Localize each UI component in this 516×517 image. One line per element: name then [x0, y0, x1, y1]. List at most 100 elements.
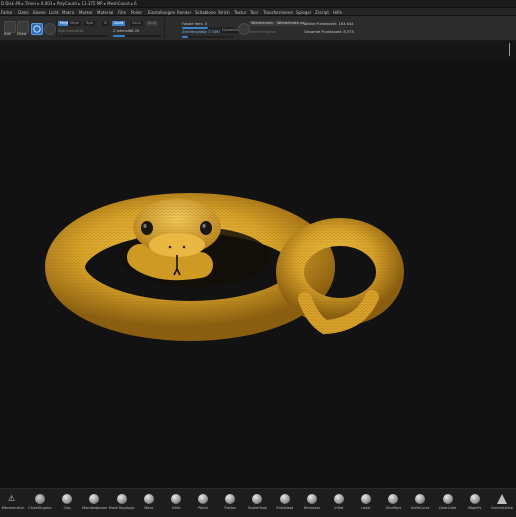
sphere-icon — [198, 494, 209, 504]
replay-hint: Letzte Relative — [249, 30, 276, 34]
brush-move-topologic[interactable]: Move Topologic — [107, 489, 137, 517]
sphere-icon — [279, 494, 290, 504]
brush-layer[interactable]: Layer — [351, 489, 381, 517]
wiederholen-zu-button[interactable]: Wiederholen zu — [275, 21, 307, 26]
rgb-intensity-slider[interactable] — [58, 35, 108, 37]
edit-button-label: Edit — [4, 32, 11, 36]
menu-item-marker[interactable]: Marker — [79, 10, 93, 15]
brush-polish[interactable]: Polish — [188, 489, 218, 517]
brush-label: Standardpinsel — [81, 506, 108, 510]
brush-label: Mikrostruktur — [1, 506, 25, 510]
sphere-icon — [143, 494, 154, 504]
brush-inflat[interactable]: Inflat — [161, 489, 191, 517]
brush-label: TrimLasso — [303, 506, 321, 510]
menu-item-makro[interactable]: Makro — [62, 10, 74, 15]
brush-knifecurve[interactable]: KnifeCurve — [405, 489, 435, 517]
sphere-icon — [170, 494, 181, 504]
brush-label: Magnify — [467, 506, 482, 510]
brush-mikrostruktur[interactable]: ⚠ Mikrostruktur — [0, 489, 28, 517]
menu-item-zscript[interactable]: Zscript — [315, 10, 329, 15]
brush-label: Polish — [198, 506, 208, 510]
viewport-header — [0, 41, 516, 58]
draw-button-label: Draw — [17, 32, 27, 36]
brush-magnify[interactable]: Magnify — [460, 489, 490, 517]
cone-icon — [496, 494, 507, 504]
menu-item-spiegel[interactable]: Spiegel — [296, 10, 311, 15]
brush-standardpinsel[interactable]: Standardpinsel — [79, 489, 109, 517]
z-intensity-label: Z Intensität 25 — [113, 29, 140, 33]
menu-item-ebene[interactable]: Ebene — [33, 10, 46, 15]
z-intensity-fill — [113, 35, 125, 37]
brush-label: SnakeHook — [247, 506, 267, 510]
brush-connecteline[interactable]: Connecteline — [487, 489, 516, 517]
canvas-viewport[interactable] — [0, 57, 516, 480]
m-chip[interactable]: M — [102, 21, 110, 26]
sphere-icon — [442, 494, 453, 504]
menu-item-einstellungen[interactable]: Einstellungen — [148, 10, 175, 15]
zsub-chip[interactable]: Zsub — [130, 21, 143, 26]
brush-label: Inflat — [334, 506, 344, 510]
sphere-icon — [388, 494, 399, 504]
brush-label: Connecteline — [490, 506, 513, 510]
tool-shelf: Edit Draw Mrgb Mrgb Rgb M Rgb Intensität… — [0, 16, 516, 41]
brush-slicerect[interactable]: SliceRect — [378, 489, 408, 517]
brush-move[interactable]: Move — [134, 489, 164, 517]
warning-icon: ⚠ — [8, 494, 16, 503]
brush-chiselorganic[interactable]: ChiselOrganic — [25, 489, 55, 517]
z-intensity-slider[interactable] — [113, 35, 161, 37]
menu-item-strich[interactable]: Strich — [218, 10, 230, 15]
sphere-icon — [62, 494, 73, 504]
brush-clearcube[interactable]: ClearCube — [433, 489, 463, 517]
brush-trimadapt[interactable]: TrimAdapt — [270, 489, 300, 517]
wiederholen-button[interactable]: Wiederholen — [249, 21, 275, 26]
menu-item-textur[interactable]: Textur — [234, 10, 246, 15]
menu-item-transformieren[interactable]: Transformieren — [263, 10, 293, 15]
sphere-icon — [89, 494, 100, 504]
brush-flatten[interactable]: Flatten — [215, 489, 245, 517]
focal-shift-label: Fokale Vers. 0 — [182, 22, 208, 26]
separator — [164, 18, 165, 38]
sphere-icon — [225, 494, 236, 504]
mrgb-chip-label[interactable]: Mrgb — [68, 21, 81, 26]
menu-item-material[interactable]: Material — [97, 10, 113, 15]
brush-label: SliceRect — [385, 506, 401, 510]
brush-inflat[interactable]: Inflat — [324, 489, 354, 517]
brush-bar: ⚠ Mikrostruktur ChiselOrganic Clay Standardp… — [0, 488, 516, 517]
menu-item-polier[interactable]: Polier — [131, 10, 142, 15]
brush-label: Flatten — [224, 506, 237, 510]
menu-item-render[interactable]: Render — [177, 10, 191, 15]
brush-mode-button[interactable] — [31, 23, 43, 35]
sphere-icon — [306, 494, 317, 504]
menu-item-film[interactable]: Film — [118, 10, 126, 15]
menu-item-farbe[interactable]: Farbe — [1, 10, 12, 15]
brush-label: Move Topologic — [108, 506, 135, 510]
draw-size-slider[interactable] — [182, 36, 234, 38]
menu-item-hilfe[interactable]: Hilfe — [333, 10, 342, 15]
rgb-chip[interactable]: Rgb — [84, 21, 95, 26]
brush-snakehook[interactable]: SnakeHook — [242, 489, 272, 517]
zcut-chip[interactable]: Zcut — [146, 21, 158, 26]
brush-label: KnifeCurve — [411, 506, 430, 510]
brush-label: Inflat — [171, 506, 181, 510]
menu-item-licht[interactable]: Licht — [49, 10, 59, 15]
brush-label: ChiselOrganic — [28, 506, 52, 510]
brush-trimlasso[interactable]: TrimLasso — [297, 489, 327, 517]
menu-item-schablone[interactable]: Schablone — [195, 10, 216, 15]
sphere-icon — [415, 494, 426, 504]
separator — [56, 18, 57, 38]
menu-item-tool[interactable]: Tool — [250, 10, 258, 15]
brush-label: Layer — [361, 506, 371, 510]
organic-icon — [35, 494, 46, 504]
sphere-icon — [333, 494, 344, 504]
menu-item-datei[interactable]: Datei — [18, 10, 29, 15]
sphere-icon — [469, 494, 480, 504]
active-points-label: Aktive Punktezahl: 163.444 — [304, 22, 354, 26]
sphere-icon — [361, 494, 372, 504]
menu-bar: Farbe Datei Ebene Licht Makro Marker Mat… — [0, 8, 516, 15]
title-strip-text: D Disk 49 ▸ Timer ▸ 0.003 ▸ PolyCount ▸ … — [1, 1, 137, 6]
total-points-label: Gesamte Punktezahl: 8.373 — [304, 30, 354, 34]
draw-size-dial[interactable] — [44, 23, 56, 35]
brush-label: Move — [144, 506, 154, 510]
zadd-chip[interactable]: Zadd — [112, 21, 125, 26]
brush-clay[interactable]: Clay — [52, 489, 82, 517]
